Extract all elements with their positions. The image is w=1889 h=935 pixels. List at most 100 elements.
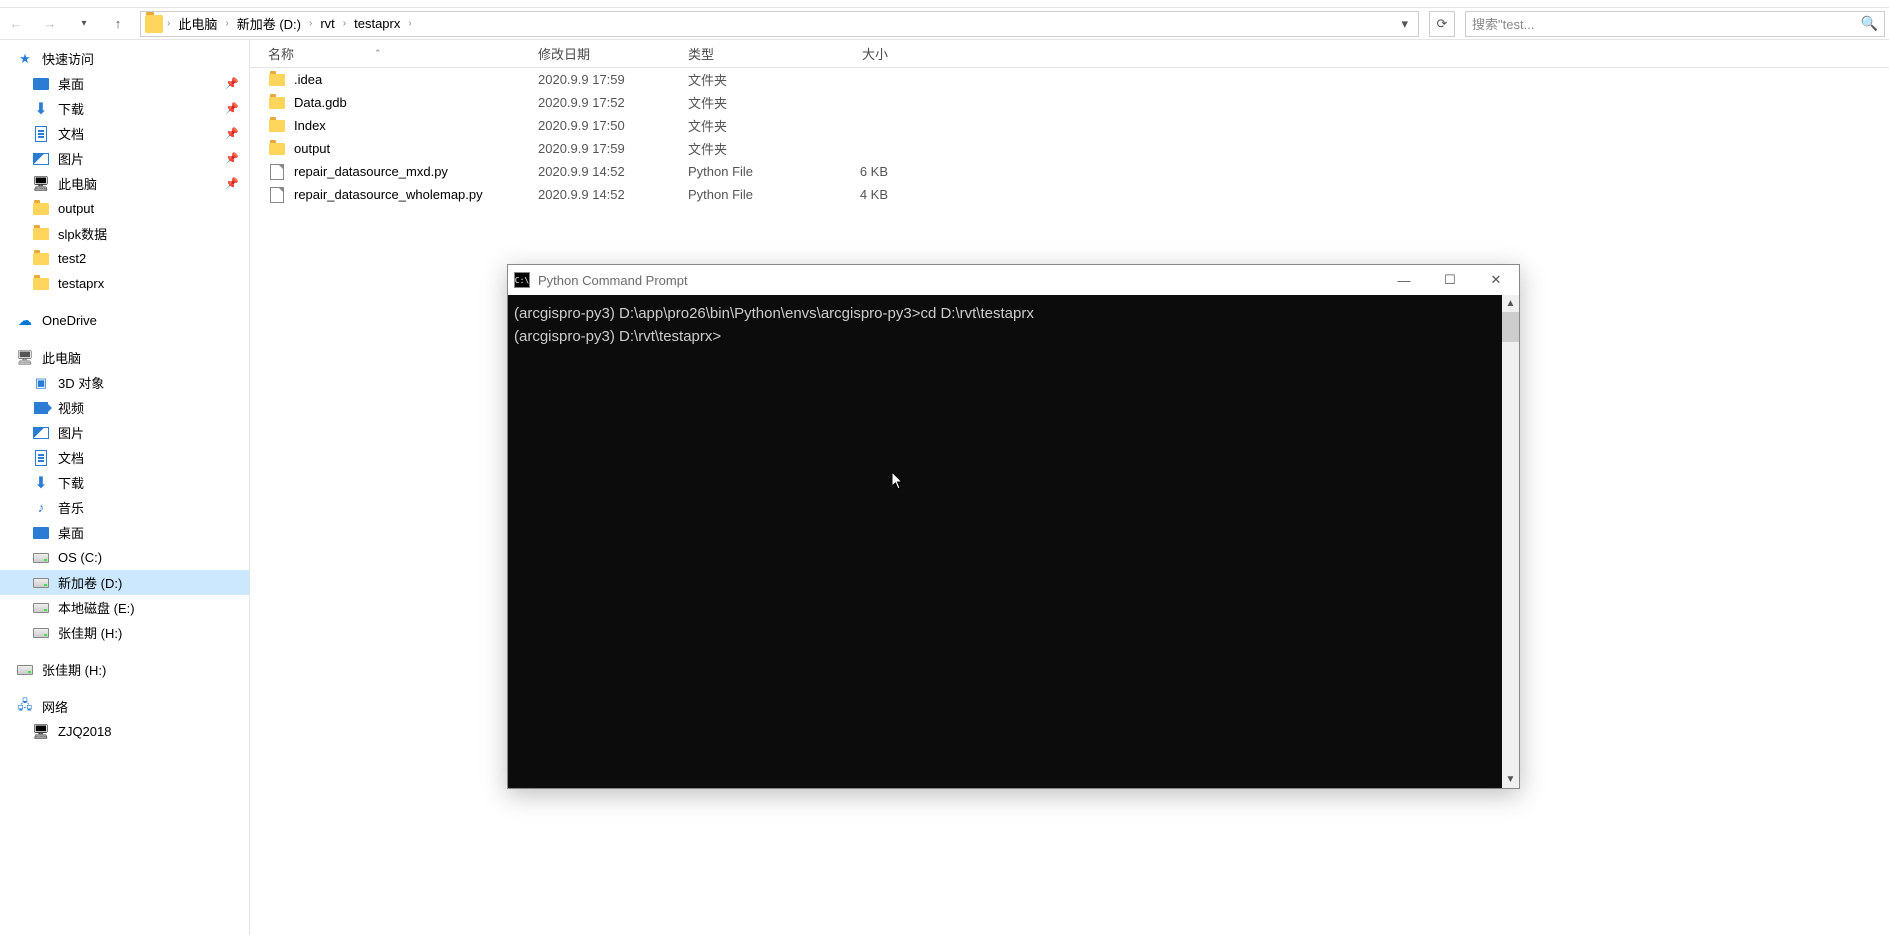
file-row[interactable]: repair_datasource_mxd.py2020.9.9 14:52Py… [250,160,1889,183]
file-name: .idea [294,72,322,87]
folder-icon [145,15,163,33]
tree-quick-access[interactable]: ★ 快速访问 [0,46,249,71]
tree-item-ZJQ2018[interactable]: 🖥ZJQ2018 [0,719,249,744]
tree-this-pc[interactable]: 🖥 此电脑 [0,345,249,370]
folder-icon [268,140,286,158]
chevron-right-icon: › [223,18,230,29]
tree-item-视频[interactable]: 视频 [0,395,249,420]
column-label: 名称 [268,44,294,63]
tree-ext-drive[interactable]: 张佳期 (H:) [0,657,249,682]
tree-label: 图片 [58,423,84,442]
pin-icon: 📌 [225,102,239,115]
tree-label: output [58,201,94,216]
minimize-button[interactable]: — [1381,265,1427,295]
tree-label: testaprx [58,276,104,291]
doc-icon [32,449,50,467]
tree-item-文档[interactable]: 文档📌 [0,121,249,146]
tree-label: 张佳期 (H:) [58,623,122,642]
column-header-type[interactable]: 类型 [688,44,808,63]
file-date: 2020.9.9 17:50 [538,118,688,133]
chevron-right-icon: › [406,18,413,29]
refresh-button[interactable]: ⟳ [1429,11,1455,37]
scroll-thumb[interactable] [1502,312,1519,342]
window-title: Python Command Prompt [538,273,1373,288]
scroll-down-icon[interactable]: ▼ [1502,771,1519,788]
file-name: Data.gdb [294,95,347,110]
tree-item-下载[interactable]: ⬇下载 [0,470,249,495]
folder-icon [32,250,50,268]
tree-item-文档[interactable]: 文档 [0,445,249,470]
tree-item-桌面[interactable]: 桌面📌 [0,71,249,96]
tree-label: 音乐 [58,498,84,517]
breadcrumb-item[interactable]: testaprx [350,14,404,33]
tree-label: 下载 [58,99,84,118]
file-row[interactable]: output2020.9.9 17:59文件夹 [250,137,1889,160]
file-row[interactable]: repair_datasource_wholemap.py2020.9.9 14… [250,183,1889,206]
file-row[interactable]: .idea2020.9.9 17:59文件夹 [250,68,1889,91]
tree-item-testaprx[interactable]: testaprx [0,271,249,296]
tree-label: 此电脑 [42,348,81,367]
tree-label: 本地磁盘 (E:) [58,598,135,617]
tree-item-图片[interactable]: 图片 📌 [0,146,249,171]
close-button[interactable]: ✕ [1473,265,1519,295]
music-icon: ♪ [32,499,50,517]
file-date: 2020.9.9 17:52 [538,95,688,110]
file-type: 文件夹 [688,116,808,135]
tree-item-张佳期 (H:)[interactable]: 张佳期 (H:) [0,620,249,645]
command-prompt-window: C:\ Python Command Prompt — ☐ ✕ (arcgisp… [507,264,1520,789]
tree-item-新加卷 (D:)[interactable]: 新加卷 (D:) [0,570,249,595]
file-row[interactable]: Index2020.9.9 17:50文件夹 [250,114,1889,137]
down-icon: ⬇ [32,100,50,118]
pyfile-icon [268,186,286,204]
address-path[interactable]: › 此电脑 › 新加卷 (D:) › rvt › testaprx › ▾ [140,11,1419,37]
column-header-size[interactable]: 大小 [808,44,888,63]
file-date: 2020.9.9 14:52 [538,164,688,179]
terminal-scrollbar[interactable]: ▲ ▼ [1502,295,1519,788]
folder-icon [268,117,286,135]
window-titlebar[interactable]: C:\ Python Command Prompt — ☐ ✕ [508,265,1519,295]
column-header-name[interactable]: 名称 ⌃ [268,44,538,63]
file-name: repair_datasource_mxd.py [294,164,448,179]
tree-item-output[interactable]: output [0,196,249,221]
maximize-button[interactable]: ☐ [1427,265,1473,295]
nav-forward-button[interactable]: → [38,12,62,36]
scroll-up-icon[interactable]: ▲ [1502,295,1519,312]
tree-label: 网络 [42,697,68,716]
tree-item-图片[interactable]: 图片 [0,420,249,445]
tree-item-本地磁盘 (E:)[interactable]: 本地磁盘 (E:) [0,595,249,620]
pin-icon: 📌 [225,127,239,140]
drive-icon [32,549,50,567]
nav-back-button[interactable]: ← [4,12,28,36]
terminal-output[interactable]: (arcgispro-py3) D:\app\pro26\bin\Python\… [508,295,1519,788]
column-header-date[interactable]: 修改日期 [538,44,688,63]
tree-network[interactable]: 🖧 网络 [0,694,249,719]
address-dropdown[interactable]: ▾ [1395,16,1414,32]
tree-label: OS (C:) [58,550,102,565]
breadcrumb-item[interactable]: 新加卷 (D:) [233,12,305,35]
sort-asc-icon: ⌃ [374,48,382,59]
video-icon [32,399,50,417]
tree-label: ZJQ2018 [58,724,111,739]
tree-item-OS (C:)[interactable]: OS (C:) [0,545,249,570]
pc-icon: 🖥 [16,349,34,367]
tree-item-3D 对象[interactable]: ▣3D 对象 [0,370,249,395]
tree-item-slpk数据[interactable]: slpk数据 [0,221,249,246]
search-input[interactable]: 搜索"test... 🔍 [1465,11,1885,37]
breadcrumb-item[interactable]: rvt [316,14,338,33]
nav-up-button[interactable]: ↑ [106,12,130,36]
pin-icon: 📌 [225,152,239,165]
tree-item-此电脑[interactable]: 🖥此电脑📌 [0,171,249,196]
tree-item-下载[interactable]: ⬇ 下载 📌 [0,96,249,121]
tree-label: 图片 [58,149,84,168]
tree-item-音乐[interactable]: ♪ 音乐 [0,495,249,520]
tree-label: 文档 [58,448,84,467]
tree-item-桌面[interactable]: 桌面 [0,520,249,545]
search-icon: 🔍 [1861,15,1878,32]
tree-label: 桌面 [58,74,84,93]
file-row[interactable]: Data.gdb2020.9.9 17:52文件夹 [250,91,1889,114]
tree-onedrive[interactable]: ☁ OneDrive [0,308,249,333]
breadcrumb-item[interactable]: 此电脑 [174,12,221,35]
drive-icon [32,574,50,592]
tree-item-test2[interactable]: test2 [0,246,249,271]
nav-recent-dropdown[interactable]: ▾ [72,12,96,36]
